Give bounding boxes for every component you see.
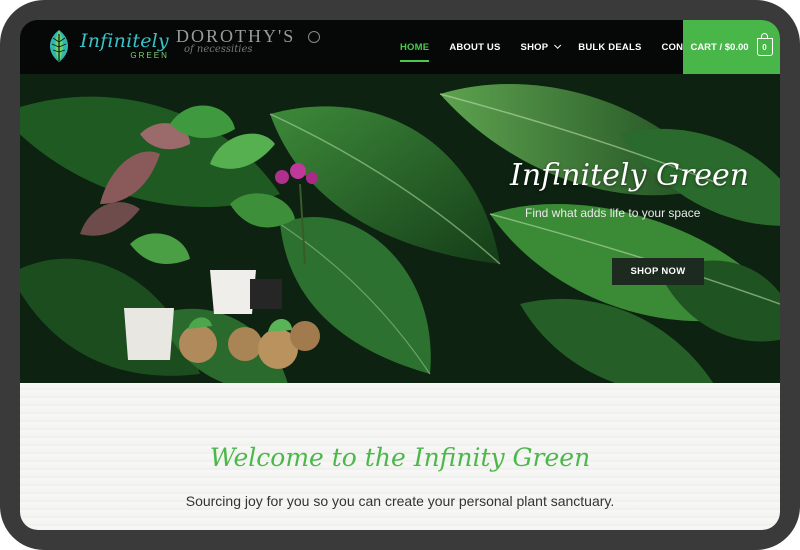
cart-total: CART / $0.00 [690, 41, 749, 53]
nav-home[interactable]: HOME [400, 42, 430, 62]
cart-count: 0 [762, 42, 767, 52]
site-header: Infinitely GREEN DOROTHY'S of necessitie… [20, 20, 780, 74]
nav-shop-label: SHOP [520, 41, 549, 53]
cart-button[interactable]: CART / $0.00 0 [683, 20, 780, 74]
hero-title: Infinitely Green [510, 158, 750, 193]
nav-about-us[interactable]: ABOUT US [449, 42, 500, 53]
hero-banner: Infinitely Green Find what adds life to … [20, 74, 780, 383]
logo-wordmark: Infinitely [80, 30, 169, 52]
welcome-subtitle: Sourcing joy for you so you can create y… [185, 493, 615, 509]
leaf-logo-icon [49, 30, 69, 62]
shop-now-button[interactable]: SHOP NOW [612, 258, 704, 285]
site-logo[interactable]: Infinitely GREEN [42, 26, 169, 66]
hero-subtitle: Find what adds life to your space [525, 206, 701, 220]
hero-background-image [20, 74, 780, 383]
welcome-title: Welcome to the Infinity Green [209, 443, 591, 472]
main-nav: HOME ABOUT US SHOP BULK DEALS CONTACT [400, 20, 729, 74]
welcome-section: Welcome to the Infinity Green Sourcing j… [20, 383, 780, 530]
cart-icon: 0 [756, 33, 773, 56]
nav-bulk-deals[interactable]: BULK DEALS [578, 42, 641, 53]
logo-subtitle: GREEN [130, 51, 169, 60]
browser-screen: Infinitely GREEN DOROTHY'S of necessitie… [20, 20, 780, 530]
partner-emblem-icon [308, 31, 320, 43]
chevron-down-icon [554, 41, 562, 49]
partner-logo[interactable]: DOROTHY'S of necessities [176, 26, 320, 55]
nav-shop[interactable]: SHOP [520, 41, 562, 53]
